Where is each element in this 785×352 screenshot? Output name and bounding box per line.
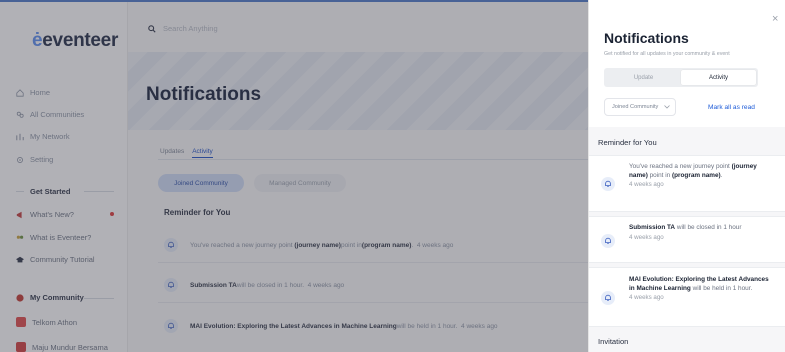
timestamp: 4 weeks ago [629,294,664,302]
notification-plain-text: will be held in 1 hour. [690,284,753,292]
timestamp: 4 weeks ago [629,233,664,241]
reminder-heading: Reminder for You [598,138,657,147]
segmented-control: Update Activity [604,68,758,87]
notification-plain-text: You've reached a new journey point [629,163,732,170]
bell-icon [601,234,615,248]
notification-plain-text: will be closed in 1 hour [675,224,742,231]
modal-overlay[interactable] [0,0,588,352]
dropdown-value: Joined Community [612,104,659,110]
segment-update[interactable]: Update [606,70,681,85]
notification-text: MAI Evolution: Exploring the Latest Adva… [629,276,769,303]
bell-icon [601,291,615,305]
bell-icon [601,177,615,191]
notification-bold-text: (program name) [672,171,721,179]
notification-item[interactable]: Submission TA will be closed in 1 hour 4… [589,216,785,263]
invitation-heading: Invitation [598,337,629,346]
notification-text: You've reached a new journey point (jour… [629,163,769,190]
timestamp: 4 weeks ago [629,181,664,189]
community-filter-dropdown[interactable]: Joined Community [604,98,676,116]
notification-plain-text: . [720,171,723,179]
notification-item[interactable]: MAI Evolution: Exploring the Latest Adva… [589,267,785,327]
notifications-drawer: × Notifications Get notified for all upd… [588,0,785,352]
notification-text: Submission TA will be closed in 1 hour 4… [629,224,769,242]
notification-bold-text: Submission TA [629,224,676,231]
notification-item[interactable]: You've reached a new journey point (jour… [589,155,785,212]
segment-activity[interactable]: Activity [681,70,756,85]
notification-plain-text: point in [647,171,672,179]
drawer-title: Notifications [604,30,689,46]
drawer-subtitle: Get notified for all updates in your com… [604,51,730,57]
chevron-down-icon [664,105,671,109]
mark-all-read-link[interactable]: Mark all as read [708,104,755,111]
close-icon[interactable]: × [772,14,778,25]
